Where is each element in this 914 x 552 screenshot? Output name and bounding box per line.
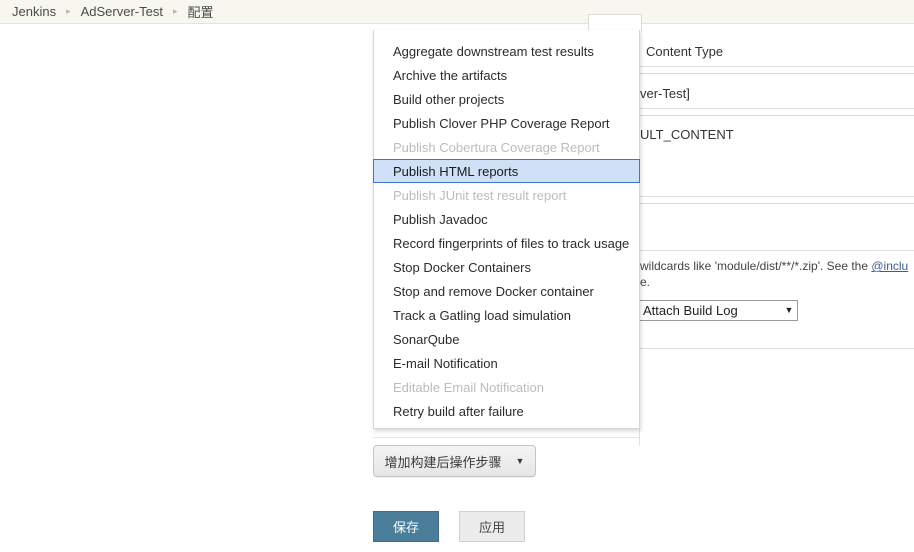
form-row-divider [640, 250, 914, 251]
breadcrumb-separator-icon: ▸ [66, 6, 71, 16]
menu-item[interactable]: E-mail Notification [373, 351, 640, 375]
menu-item[interactable]: Build other projects [373, 87, 640, 111]
attach-build-log-select[interactable]: Attach Build Log ▼ [638, 300, 798, 321]
menu-item: Publish Cobertura Coverage Report [393, 140, 600, 155]
menu-item[interactable]: Aggregate downstream test results [373, 39, 640, 63]
field-value-default-subject: ver-Test] [640, 86, 690, 101]
menu-item[interactable]: Publish Clover PHP Coverage Report [373, 111, 640, 135]
field-label-content-type: Content Type [646, 44, 724, 59]
includes-help-link[interactable]: @inclu [871, 259, 908, 273]
menu-item[interactable]: Stop and remove Docker container [373, 279, 640, 303]
save-button[interactable]: 保存 [373, 511, 439, 542]
breadcrumb-separator-icon: ▸ [172, 6, 178, 16]
menu-item[interactable]: Record fingerprints of files to track us… [373, 231, 640, 255]
breadcrumb-item-jenkins[interactable]: Jenkins [12, 4, 56, 19]
menu-item[interactable]: Track a Gatling load simulation [373, 303, 640, 327]
form-bottom-divider [373, 437, 640, 438]
menu-item: Editable Email Notification [393, 380, 545, 395]
form-row-divider [640, 115, 914, 116]
menu-item[interactable]: SonarQube [373, 327, 640, 351]
attach-build-log-selected-value: Attach Build Log [643, 303, 738, 318]
attachments-help-text: wildcards like 'module/dist/**/*.zip'. S… [640, 258, 914, 290]
menu-item[interactable]: Archive the artifacts [373, 63, 640, 87]
form-row-divider [640, 348, 914, 349]
save-button-label: 保存 [392, 520, 419, 535]
breadcrumb-item-adserver-test[interactable]: AdServer-Test [81, 4, 163, 19]
form-row-divider [640, 203, 914, 204]
form-row-divider [640, 196, 914, 197]
configuration-form-background: Content Type ver-Test] ULT_CONTENT [600, 26, 914, 446]
chevron-down-icon: ▼ [515, 455, 525, 466]
add-post-build-action-menu[interactable]: Aggregate downstream test results Archive… [373, 30, 640, 429]
apply-button[interactable]: 应用 [459, 511, 525, 542]
help-text-before: wildcards like 'module/dist/**/*.zip'. S… [640, 259, 872, 273]
apply-button-label: 应用 [478, 520, 505, 535]
menu-item[interactable]: Stop Docker Containers [373, 255, 640, 279]
add-post-build-step-button[interactable]: 增加构建后操作步骤 ▼ [373, 445, 536, 477]
add-post-build-step-label: 增加构建后操作步骤 [384, 454, 502, 470]
menu-item[interactable]: Retry build after failure [373, 399, 640, 423]
breadcrumb: Jenkins ▸ AdServer-Test ▸ 配置 [0, 0, 914, 24]
form-row-divider [640, 108, 914, 109]
form-row-divider [640, 66, 914, 67]
menu-item: Publish JUnit test result report [393, 188, 567, 203]
breadcrumb-item-config[interactable]: 配置 [188, 2, 214, 21]
menu-item[interactable]: Publish HTML reports [373, 159, 640, 183]
chevron-down-icon: ▼ [784, 305, 794, 315]
field-value-default-content: ULT_CONTENT [640, 127, 734, 142]
form-row-divider [640, 73, 914, 74]
help-text-after: e. [640, 275, 651, 289]
menu-item[interactable]: Publish Javadoc [373, 207, 640, 231]
